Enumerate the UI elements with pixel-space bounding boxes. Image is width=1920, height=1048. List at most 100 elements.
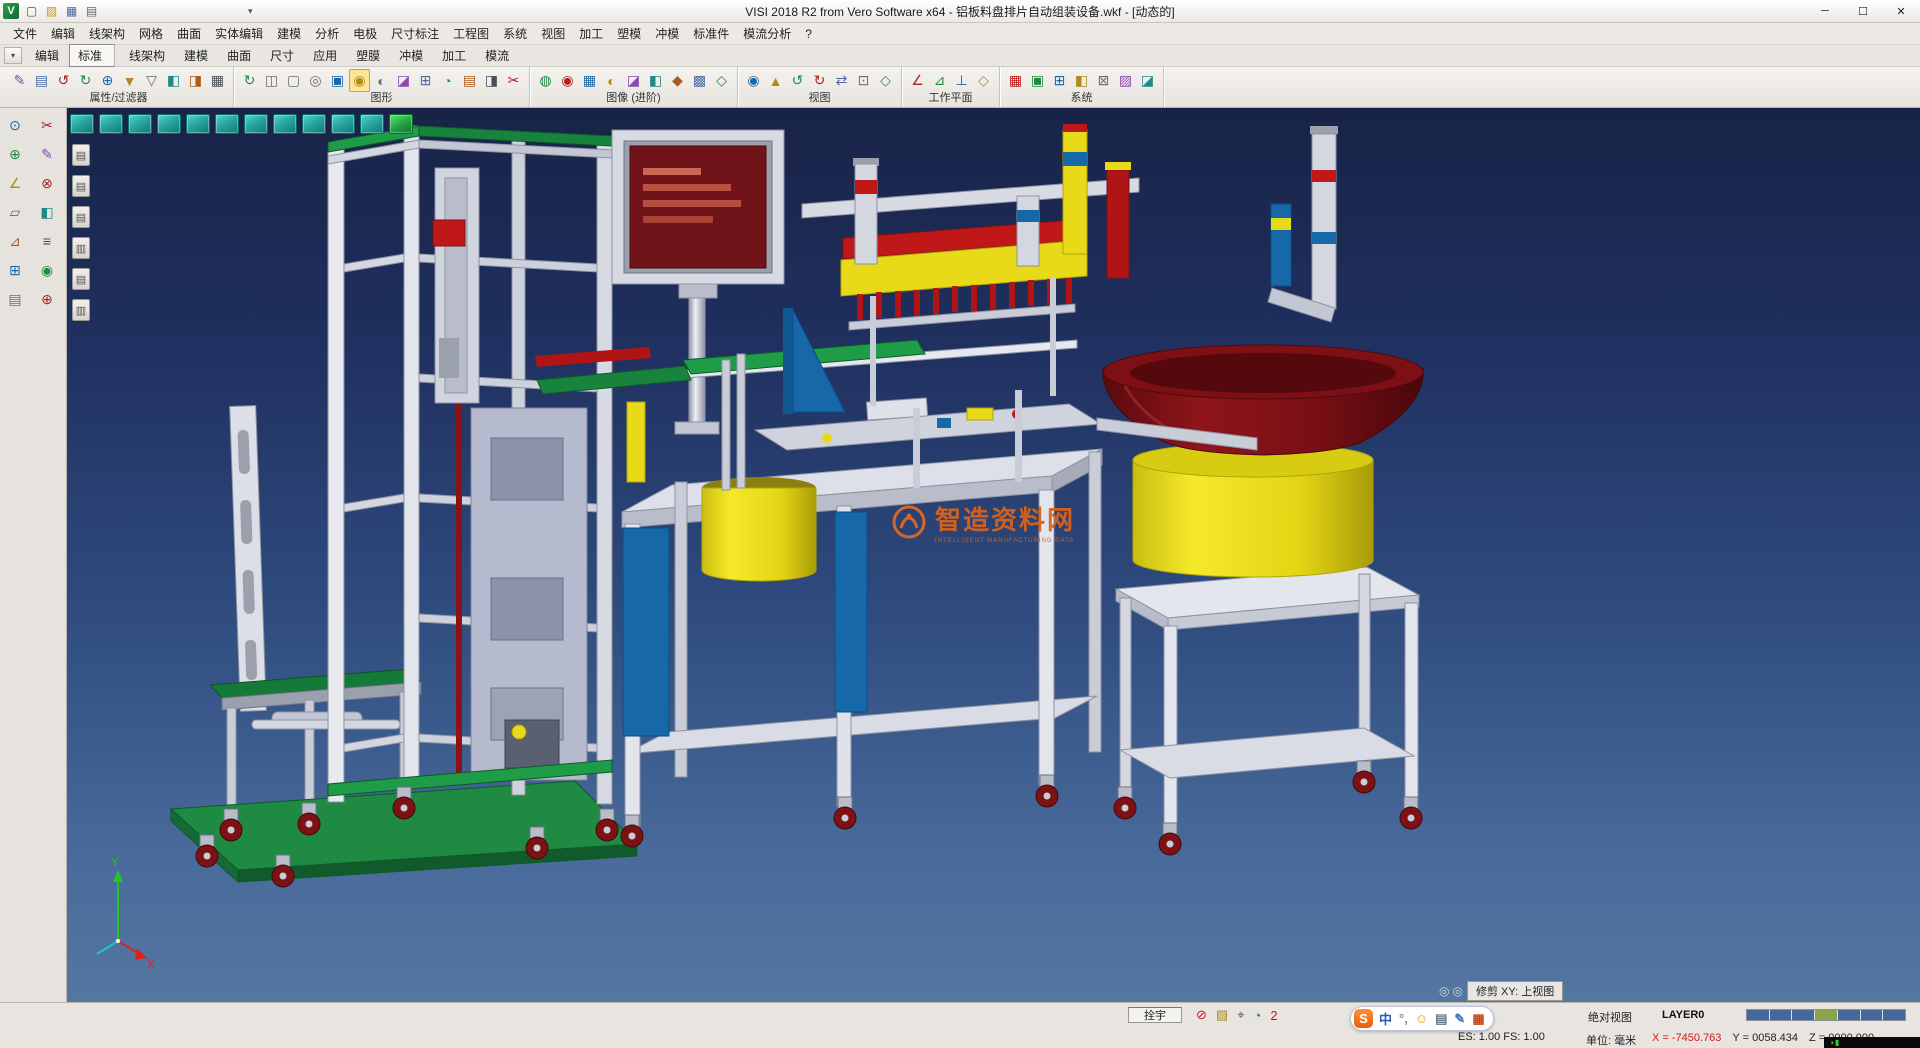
view-left[interactable] (157, 114, 181, 134)
layer-segment[interactable] (1815, 1010, 1838, 1020)
trim-icon[interactable]: ✂ (34, 113, 60, 137)
view-monitor[interactable] (70, 114, 94, 134)
sketch-icon[interactable]: ✎ (34, 142, 60, 166)
clipboard-2-icon[interactable]: ▤ (72, 175, 90, 197)
grid-filter-icon[interactable]: ▦ (207, 69, 228, 92)
layer-segment[interactable] (1883, 1010, 1905, 1020)
stop-icon[interactable]: ⊘ (1196, 1007, 1207, 1023)
view-bottom[interactable] (244, 114, 268, 134)
half-tool-icon[interactable]: ◧ (34, 200, 60, 224)
ribbon-tab[interactable]: 线架构 (120, 44, 174, 67)
menu-item[interactable]: 系统 (496, 23, 534, 44)
view-top[interactable] (215, 114, 239, 134)
ime-icon[interactable]: ✎ (1454, 1011, 1465, 1027)
menu-item[interactable]: 工程图 (446, 23, 496, 44)
filter-clear-icon[interactable]: ▽ (141, 69, 162, 92)
triangle-plane-icon[interactable]: ⊿ (929, 69, 950, 92)
layer-segment[interactable] (1770, 1010, 1793, 1020)
delete-icon[interactable]: ⊗ (34, 171, 60, 195)
rotate-right-icon[interactable]: ↻ (809, 69, 830, 92)
view-front[interactable] (99, 114, 123, 134)
grid-view-icon[interactable]: ⊞ (415, 69, 436, 92)
save-file-icon[interactable]: ▦ (63, 3, 80, 20)
add-tool-icon[interactable]: ⊕ (34, 287, 60, 311)
half-grid-icon[interactable]: ◧ (1071, 69, 1092, 92)
ime-icon[interactable]: °, (1399, 1011, 1408, 1026)
brush-icon[interactable]: ▨ (1216, 1007, 1228, 1023)
hidden-line-icon[interactable]: ◎ (305, 69, 326, 92)
shaded-view-icon[interactable]: ▣ (327, 69, 348, 92)
ribbon-tab[interactable]: 标准 (69, 44, 115, 67)
layers-tool-icon[interactable]: ▤ (2, 287, 28, 311)
menu-item[interactable]: 加工 (572, 23, 610, 44)
ribbon-tab[interactable]: 模流 (476, 44, 518, 67)
undo-filter-icon[interactable]: ↺ (53, 69, 74, 92)
ime-icon[interactable]: ▤ (1435, 1011, 1447, 1027)
target-tool-icon[interactable]: ◉ (34, 258, 60, 282)
close-grid-icon[interactable]: ⊠ (1093, 69, 1114, 92)
menu-item[interactable]: 标准件 (686, 23, 736, 44)
corner-grid-icon[interactable]: ◪ (1137, 69, 1158, 92)
plane-icon[interactable]: ◇ (973, 69, 994, 92)
window-grid-icon[interactable]: ⊞ (1049, 69, 1070, 92)
menu-item[interactable]: 网格 (132, 23, 170, 44)
plane-tool-icon[interactable]: ▱ (2, 200, 28, 224)
material-grid-icon[interactable]: ▦ (579, 69, 600, 92)
print-icon[interactable]: ▤ (83, 3, 100, 20)
menu-item[interactable]: ? (798, 25, 819, 43)
menu-item[interactable]: 建模 (270, 23, 308, 44)
new-file-icon[interactable]: ▢ (23, 3, 40, 20)
layer-half-icon[interactable]: ◧ (163, 69, 184, 92)
minimize-button[interactable]: ─ (1806, 0, 1844, 22)
pan-view-icon[interactable]: ⇄ (831, 69, 852, 92)
transparency-icon[interactable]: ◪ (623, 69, 644, 92)
trim-graphics-icon[interactable]: ✂ (503, 69, 524, 92)
close-button[interactable]: ✕ (1882, 0, 1920, 22)
menu-item[interactable]: 线架构 (82, 23, 132, 44)
render-mode-icon[interactable]: ◉ (349, 69, 370, 92)
ime-icon[interactable]: 中 (1379, 1009, 1392, 1028)
layer-segment[interactable] (1861, 1010, 1884, 1020)
view-dynamic[interactable] (389, 114, 413, 134)
angle-tool-icon[interactable]: ⊿ (2, 229, 28, 253)
menu-item[interactable]: 模流分析 (736, 23, 798, 44)
menu-item[interactable]: 尺寸标注 (384, 23, 446, 44)
layer-segment[interactable] (1747, 1010, 1770, 1020)
env-icon[interactable]: ◇ (711, 69, 732, 92)
taskbar-icon[interactable]: ◗▮ (1830, 1039, 1839, 1047)
texture-icon[interactable]: ◍ (535, 69, 556, 92)
ribbon-tab[interactable]: 曲面 (218, 44, 260, 67)
view-back[interactable] (128, 114, 152, 134)
clock-icon[interactable]: ◔ (1254, 1008, 1262, 1023)
ribbon-tab[interactable]: 建模 (175, 44, 217, 67)
layer-half2-icon[interactable]: ◨ (185, 69, 206, 92)
dynamic-view-icon[interactable]: ▲ (765, 69, 786, 92)
ime-icon[interactable]: ☺ (1415, 1011, 1428, 1026)
measure-icon[interactable]: ∠ (2, 171, 28, 195)
add-filter-icon[interactable]: ⊕ (97, 69, 118, 92)
copy-attributes-icon[interactable]: ▤ (31, 69, 52, 92)
menu-item[interactable]: 曲面 (170, 23, 208, 44)
ribbon-tab[interactable]: 尺寸 (261, 44, 303, 67)
viewport-3d[interactable]: ▤▤▤▥▤▥ (67, 108, 1920, 1002)
clipboard-4-icon[interactable]: ▥ (72, 237, 90, 259)
menu-item[interactable]: 文件 (6, 23, 44, 44)
view-right[interactable] (186, 114, 210, 134)
hatch-grid-icon[interactable]: ▨ (1115, 69, 1136, 92)
highlight-icon[interactable]: ◉ (557, 69, 578, 92)
color-grid-icon[interactable]: ▦ (1005, 69, 1026, 92)
menu-item[interactable]: 编辑 (44, 23, 82, 44)
command-prompt-field[interactable]: 拴宇 (1128, 1007, 1182, 1023)
filter-down-icon[interactable]: ▼ (119, 69, 140, 92)
angle-plane-icon[interactable]: ∠ (907, 69, 928, 92)
snap-icon[interactable]: ⊕ (2, 142, 28, 166)
ribbon-tab[interactable]: 编辑 (26, 44, 68, 67)
clipboard-3-icon[interactable]: ▤ (72, 206, 90, 228)
edit-attributes-icon[interactable]: ✎ (9, 69, 30, 92)
ribbon-tab[interactable]: 塑膜 (347, 44, 389, 67)
view-iso-se[interactable] (331, 114, 355, 134)
view-eye-icon[interactable]: ◉ (743, 69, 764, 92)
grid-tool-icon[interactable]: ⊞ (2, 258, 28, 282)
menu-item[interactable]: 冲模 (648, 23, 686, 44)
list-tool-icon[interactable]: ≡ (34, 229, 60, 253)
